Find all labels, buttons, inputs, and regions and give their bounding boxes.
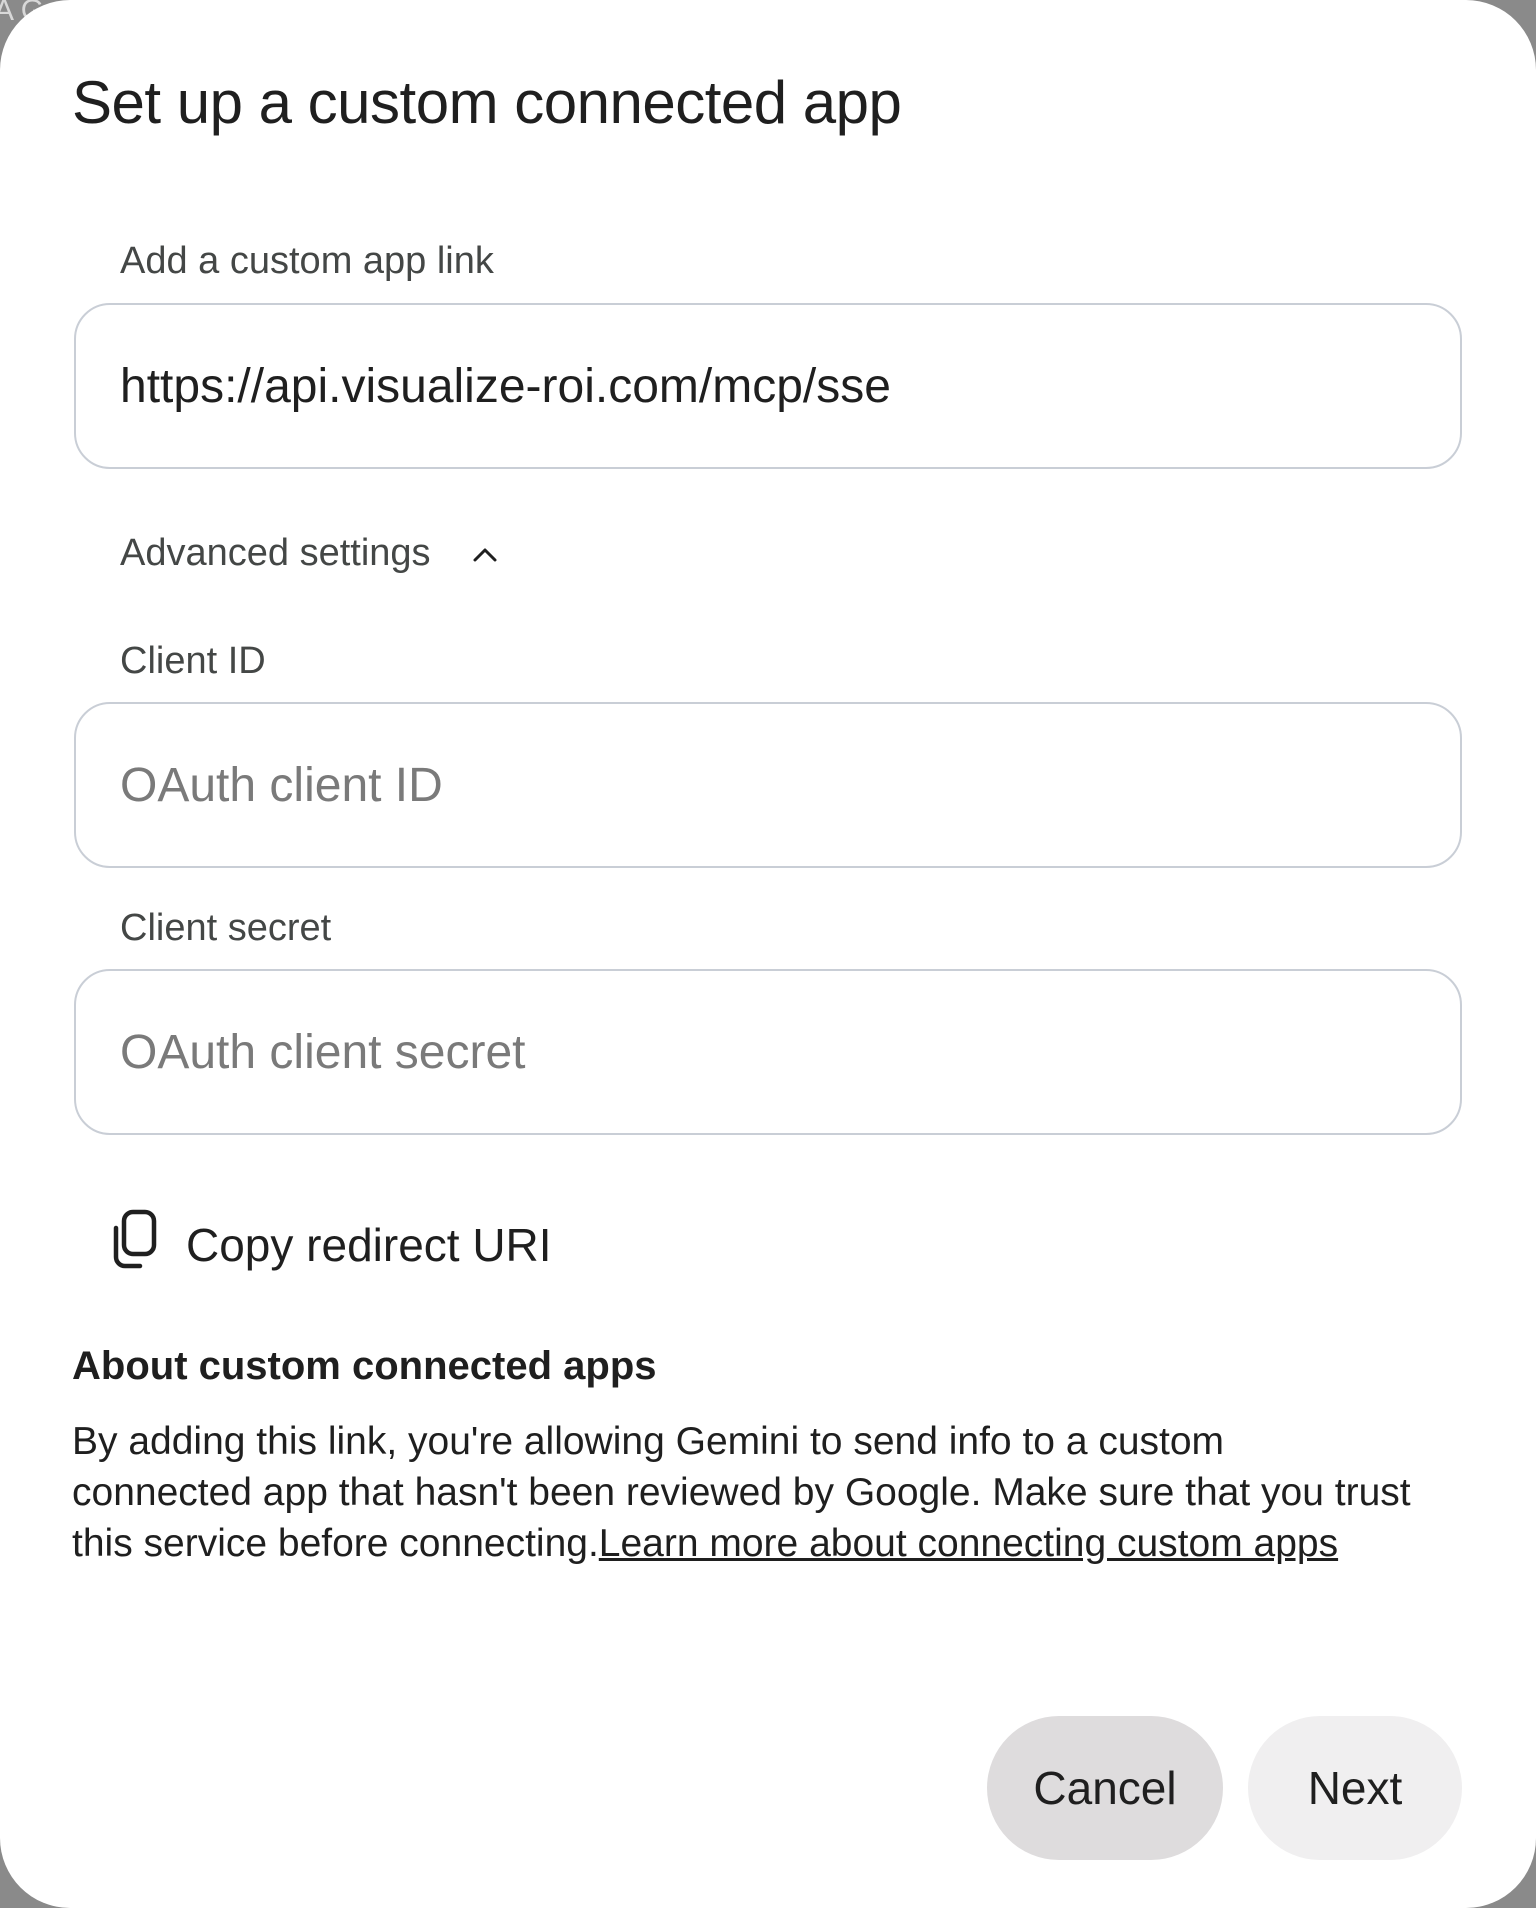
client-id-input[interactable] <box>120 704 1410 866</box>
about-section-title: About custom connected apps <box>72 1344 657 1388</box>
about-section-text: By adding this link, you're allowing Gem… <box>72 1416 1412 1569</box>
learn-more-link[interactable]: Learn more about connecting custom apps <box>599 1522 1338 1565</box>
client-secret-input[interactable] <box>120 971 1410 1133</box>
client-id-label: Client ID <box>120 640 266 682</box>
cancel-button[interactable]: Cancel <box>987 1716 1223 1860</box>
client-secret-label: Client secret <box>120 907 332 949</box>
client-secret-field <box>74 969 1462 1135</box>
dialog-title: Set up a custom connected app <box>72 69 902 136</box>
advanced-settings-label: Advanced settings <box>120 532 431 574</box>
client-id-field <box>74 702 1462 868</box>
chevron-up-icon <box>471 545 499 563</box>
app-link-label: Add a custom app link <box>120 240 494 282</box>
next-button[interactable]: Next <box>1248 1716 1462 1860</box>
custom-app-dialog: Set up a custom connected app Add a cust… <box>0 0 1536 1908</box>
advanced-settings-toggle[interactable]: Advanced settings <box>120 532 499 575</box>
copy-redirect-uri-label: Copy redirect URI <box>186 1218 552 1271</box>
app-link-input[interactable] <box>120 305 1410 467</box>
app-link-field <box>74 303 1462 469</box>
copy-icon <box>104 1208 164 1281</box>
copy-redirect-uri-button[interactable]: Copy redirect URI <box>104 1208 552 1281</box>
